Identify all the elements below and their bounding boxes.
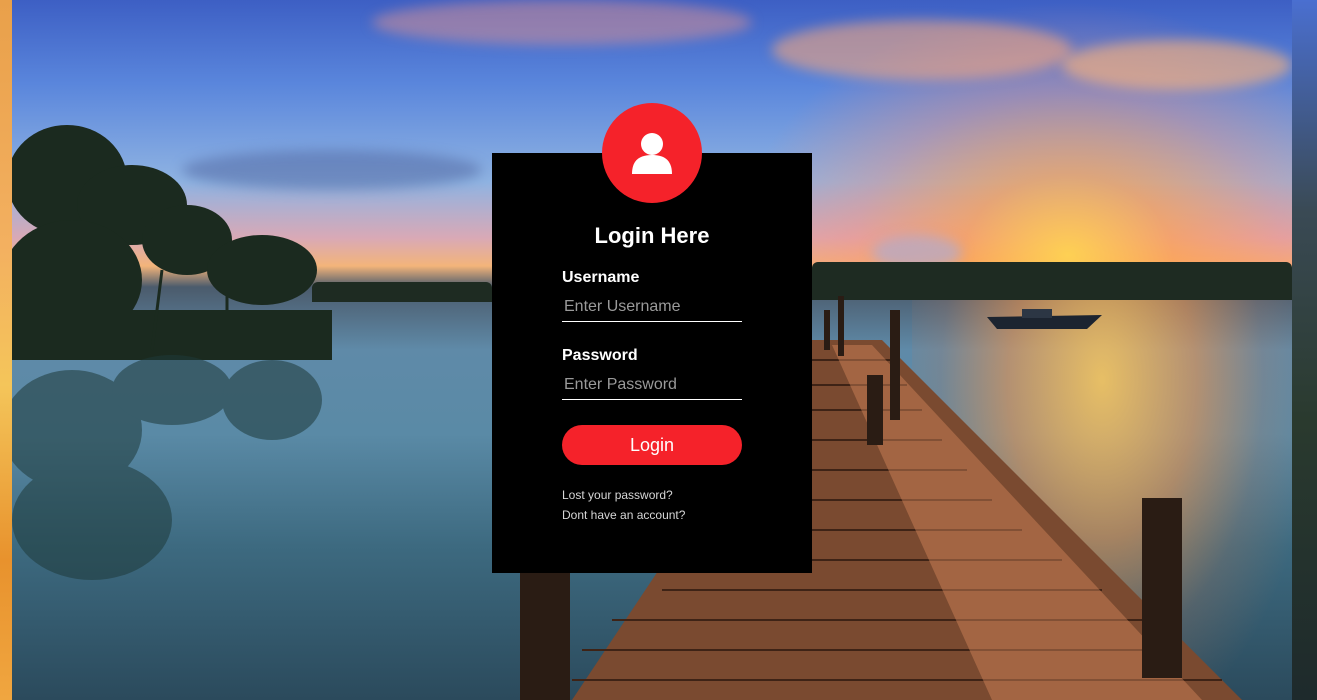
password-input[interactable] (562, 370, 742, 400)
lost-password-link[interactable]: Lost your password? (562, 488, 673, 502)
background-edge-left (0, 0, 12, 700)
password-label: Password (562, 347, 638, 364)
login-box: Login Here Username Password Login Lost … (492, 103, 812, 573)
page-title: Login Here (594, 223, 710, 248)
login-button[interactable]: Login (562, 425, 742, 465)
username-input[interactable] (562, 292, 742, 322)
background-edge-right (1292, 0, 1317, 700)
username-label: Username (562, 269, 640, 286)
signup-link[interactable]: Dont have an account? (562, 508, 685, 522)
boat (987, 309, 1102, 329)
user-icon (632, 133, 672, 174)
avatar (602, 103, 702, 203)
